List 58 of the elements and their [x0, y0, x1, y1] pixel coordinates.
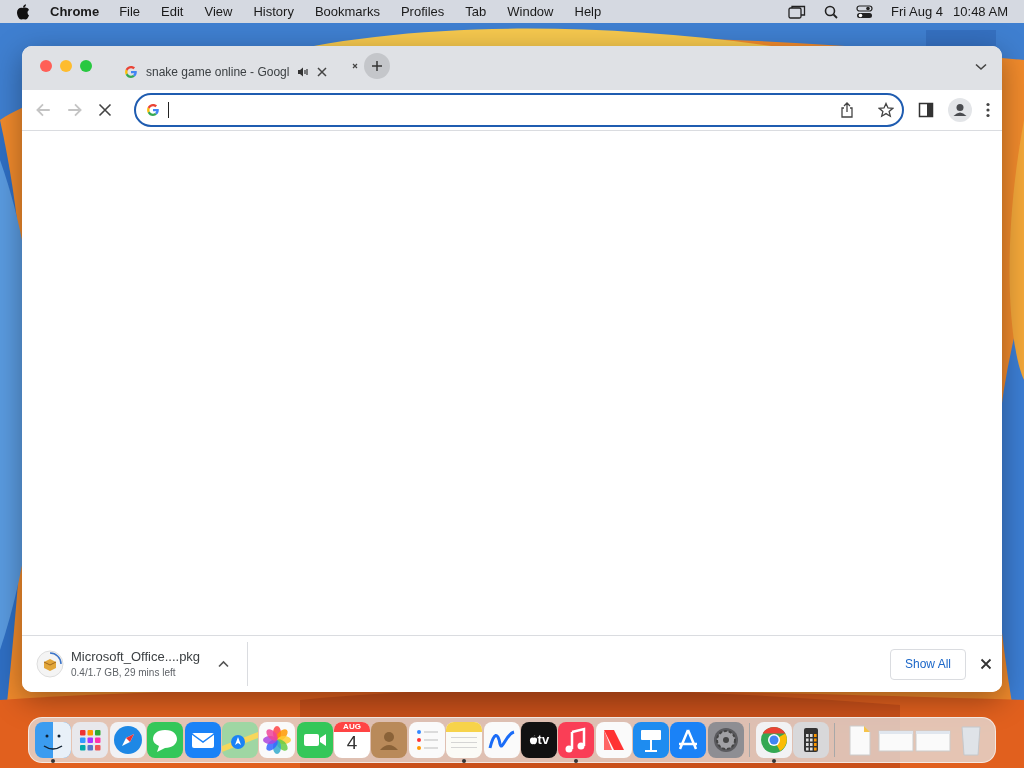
address-book-icon[interactable]	[371, 722, 408, 758]
star-icon[interactable]	[878, 102, 894, 118]
package-icon	[36, 650, 64, 678]
control-center-icon[interactable]	[856, 4, 874, 19]
windows-icon[interactable]	[788, 4, 807, 19]
calendar-icon[interactable]: AUG 4	[334, 722, 370, 758]
address-bar[interactable]	[134, 93, 904, 127]
calculator-icon[interactable]	[792, 722, 829, 758]
new-tab-button[interactable]	[364, 53, 390, 79]
close-tab-icon[interactable]	[317, 67, 328, 77]
download-filename[interactable]: Microsoft_Office....pkg	[71, 650, 201, 663]
speaker-icon[interactable]	[297, 67, 310, 77]
close-window-button[interactable]	[40, 60, 52, 72]
google-logo-icon	[124, 65, 138, 79]
music-note-icon[interactable]	[558, 722, 595, 758]
chevron-up-icon[interactable]	[218, 660, 230, 668]
share-icon[interactable]	[840, 102, 854, 118]
download-status: 0.4/1.7 GB, 29 mins left	[71, 668, 177, 678]
menu-item[interactable]: File	[119, 1, 141, 22]
close-tab-icon[interactable]	[352, 63, 358, 69]
speech-bubble-icon[interactable]	[147, 722, 184, 758]
show-all-button[interactable]: Show All	[889, 648, 966, 680]
google-logo-icon	[146, 103, 160, 117]
apple-logo-icon[interactable]	[16, 3, 30, 20]
envelope-icon[interactable]	[184, 722, 221, 758]
map-icon[interactable]	[221, 722, 258, 758]
menu-bar-time[interactable]: 10:48 AM	[953, 1, 1008, 22]
chevron-down-icon[interactable]	[975, 63, 987, 71]
grid-icon[interactable]	[72, 722, 109, 758]
menu-bar-date[interactable]: Fri Aug 4	[891, 1, 944, 22]
flower-icon[interactable]	[259, 722, 296, 758]
search-icon[interactable]	[824, 4, 839, 19]
gear-icon[interactable]	[707, 722, 744, 758]
stop-loading-icon[interactable]	[98, 103, 112, 117]
compass-icon[interactable]	[109, 722, 146, 758]
app-menu[interactable]: Chrome	[50, 1, 100, 22]
menu-item[interactable]: Bookmarks	[314, 1, 380, 22]
menu-item[interactable]: Help	[574, 1, 602, 22]
tab-title: snake game online - Googl	[146, 64, 290, 81]
apple-tv-icon[interactable]: tv	[520, 722, 557, 758]
menu-item[interactable]: Window	[507, 1, 554, 22]
app-store-icon[interactable]	[670, 722, 707, 758]
more-options-icon[interactable]	[986, 102, 990, 118]
side-panel-icon[interactable]	[918, 102, 934, 118]
news-icon[interactable]	[595, 722, 632, 758]
video-camera-icon[interactable]	[296, 722, 333, 758]
smiling-face-icon[interactable]	[35, 722, 71, 758]
chrome-icon[interactable]	[755, 722, 792, 758]
profile-avatar-icon[interactable]	[948, 98, 972, 122]
menu-item[interactable]: Tab	[465, 1, 487, 22]
menu-item[interactable]: History	[253, 1, 294, 22]
podium-icon[interactable]	[633, 722, 669, 758]
scribble-icon[interactable]	[483, 722, 520, 758]
menu-item[interactable]: Profiles	[400, 1, 445, 22]
menu-item[interactable]: Edit	[161, 1, 184, 22]
menu-item[interactable]: View	[204, 1, 233, 22]
close-icon[interactable]	[980, 658, 992, 670]
plus-icon	[371, 60, 383, 72]
